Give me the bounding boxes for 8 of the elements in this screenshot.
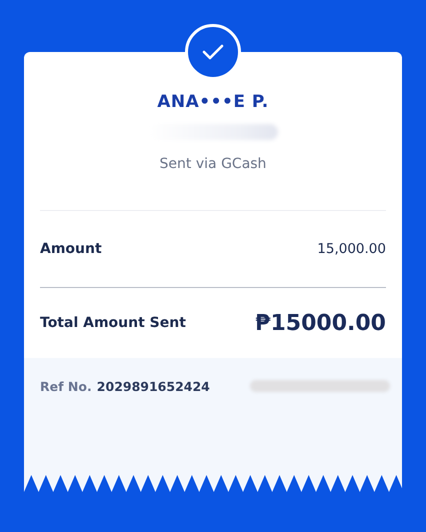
reference-number: 2029891652424: [96, 379, 210, 394]
amount-value: 15,000.00: [317, 241, 386, 257]
recipient-name: ANA•••E P.: [157, 92, 269, 112]
total-label: Total Amount Sent: [40, 315, 186, 331]
reference-label: Ref No.: [40, 379, 92, 394]
sent-via-text: Sent via GCash: [160, 156, 266, 172]
total-amount: ₱15000.00: [255, 310, 386, 336]
amount-label: Amount: [40, 241, 102, 257]
